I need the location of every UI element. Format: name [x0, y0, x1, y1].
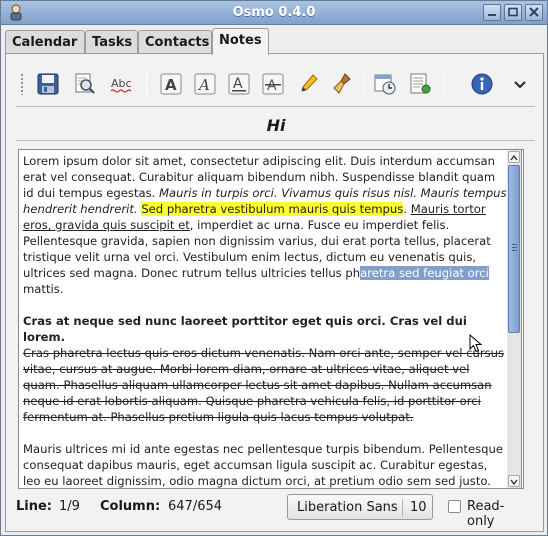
find-icon: [75, 73, 95, 94]
divider: [16, 106, 535, 107]
paragraph-1: Lorem ipsum dolor sit amet, consectetur …: [23, 154, 507, 296]
spell-check-icon: Abc: [110, 77, 132, 93]
italic-button[interactable]: A: [190, 69, 220, 99]
line-value: 1/9: [59, 499, 80, 514]
save-icon: [37, 73, 59, 95]
highlight-button[interactable]: [294, 69, 324, 99]
tab-notes[interactable]: Notes: [212, 28, 269, 55]
toolbar-separator: [363, 73, 364, 95]
bold-icon: A: [160, 73, 182, 95]
font-size: 10: [410, 500, 427, 515]
editor-scrollbar[interactable]: [507, 149, 522, 489]
strikethrough-icon: A: [262, 73, 284, 95]
insert-date-button[interactable]: [370, 69, 400, 99]
maximize-button[interactable]: [504, 4, 522, 21]
close-button[interactable]: [525, 4, 543, 21]
note-body[interactable]: Lorem ipsum dolor sit amet, consectetur …: [23, 153, 507, 488]
font-button-separator: [402, 499, 403, 516]
clear-format-button[interactable]: [328, 69, 358, 99]
paragraph-3: Mauris ultrices mi id ante egestas nec p…: [23, 442, 503, 488]
insert-date-icon: [374, 74, 396, 95]
scroll-up-button[interactable]: [508, 151, 520, 163]
window-title: Osmo 0.4.0: [232, 5, 316, 20]
note-title: Hi: [266, 116, 286, 135]
svg-text:A: A: [233, 76, 243, 92]
highlight-pen-icon: [301, 74, 318, 92]
find-button[interactable]: [70, 69, 100, 99]
spell-check-button[interactable]: Abc: [107, 69, 137, 99]
mouse-pointer-icon: [469, 334, 483, 353]
paragraph-2: Cras at neque sed nunc laoreet porttitor…: [23, 313, 507, 425]
underline-button[interactable]: A: [224, 69, 254, 99]
word-count-icon: [410, 73, 431, 94]
title-bar[interactable]: Osmo 0.4.0: [1, 1, 547, 25]
tab-calendar[interactable]: Calendar: [5, 30, 85, 54]
tab-bar: Calendar Tasks Contacts Notes: [5, 28, 545, 55]
note-text-editor[interactable]: Lorem ipsum dolor sit amet, consectetur …: [18, 149, 524, 489]
info-button[interactable]: [467, 69, 497, 99]
app-window: Osmo 0.4.0 Calendar Tasks Contacts Notes: [0, 0, 548, 536]
column-value: 647/654: [168, 499, 223, 514]
arrow-up-icon: [510, 154, 518, 161]
italic-icon: A: [194, 73, 216, 95]
strikethrough-button[interactable]: A: [258, 69, 288, 99]
svg-text:A: A: [165, 76, 177, 94]
bold-text: Cras at neque sed nunc laoreet porttitor…: [23, 314, 467, 344]
svg-text:A: A: [267, 78, 277, 94]
arrow-down-icon: [510, 479, 518, 486]
read-only-checkbox[interactable]: [448, 500, 461, 513]
line-label: Line:: [16, 499, 53, 514]
status-bar: Line: 1/9 Column: 647/654 Liberation San…: [16, 494, 532, 529]
info-icon: [471, 73, 493, 95]
save-button[interactable]: [33, 69, 63, 99]
toolbar-separator: [443, 73, 444, 95]
font-name: Liberation Sans: [297, 500, 398, 515]
minimize-button[interactable]: [483, 4, 501, 21]
tab-contacts[interactable]: Contacts: [138, 30, 212, 54]
column-label: Column:: [100, 499, 161, 514]
bold-button[interactable]: A: [156, 69, 186, 99]
notes-panel: Abc A A A A Hi Lorem ipsum dolor sit ame…: [5, 53, 544, 532]
chevron-down-icon: [514, 81, 526, 89]
highlighted-text: Sed pharetra vestibulum mauris quis temp…: [141, 202, 404, 216]
toolbar-overflow-button[interactable]: [505, 69, 535, 99]
font-selector-button[interactable]: Liberation Sans 10: [287, 494, 433, 520]
svg-text:A: A: [197, 76, 210, 94]
divider: [16, 140, 535, 141]
scrollbar-thumb[interactable]: [508, 165, 520, 333]
strikethrough-text: Cras pharetra lectus quis eros dictum ve…: [23, 346, 505, 424]
toolbar-separator: [146, 73, 147, 95]
note-toolbar: Abc A A A A: [18, 67, 534, 101]
scroll-down-button[interactable]: [508, 475, 520, 487]
read-only-label[interactable]: Read-only: [467, 499, 532, 529]
clear-format-brush-icon: [333, 73, 351, 94]
selected-text: aretra sed feugiat orci: [360, 266, 489, 280]
toolbar-grip[interactable]: [20, 73, 24, 95]
svg-text:Abc: Abc: [111, 77, 132, 90]
tab-tasks[interactable]: Tasks: [85, 30, 138, 54]
word-count-button[interactable]: [405, 69, 435, 99]
underline-icon: A: [228, 73, 250, 95]
